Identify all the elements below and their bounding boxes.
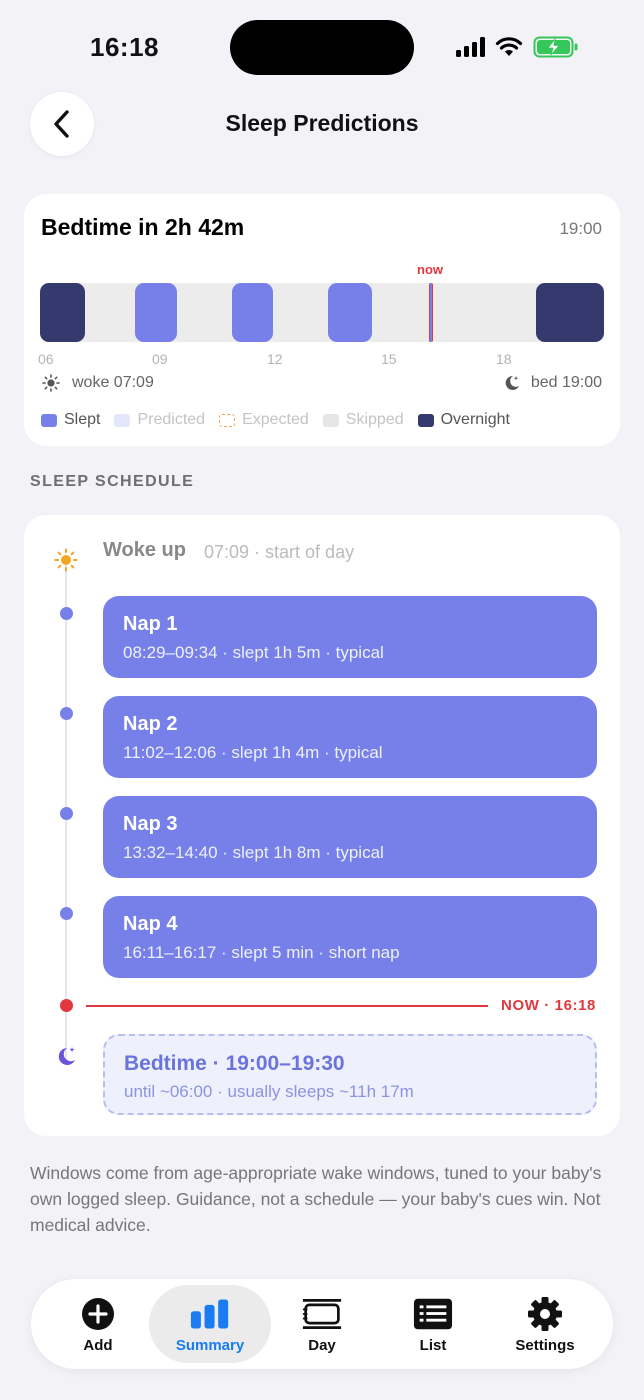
bedtime-countdown: Bedtime in 2h 42m xyxy=(41,214,245,240)
status-icons xyxy=(456,36,579,58)
legend-label: Slept xyxy=(64,411,101,428)
nap-segment-1 xyxy=(135,283,177,342)
nap-dot xyxy=(60,607,73,620)
nap-dot xyxy=(60,807,73,820)
legend-swatch xyxy=(41,413,57,427)
legend-swatch xyxy=(417,413,434,427)
now-dot xyxy=(60,999,73,1012)
now-indicator xyxy=(429,283,433,342)
legend-overnight: Overnight xyxy=(417,411,510,429)
nap-title: Nap 2 xyxy=(123,713,178,735)
timeline-legend: Slept Predicted Expected Skipped Overnig… xyxy=(41,411,510,429)
nap-detail: 13:32–14:40 · slept 1h 8m · typical xyxy=(123,843,384,862)
overnight-segment-evening xyxy=(536,283,604,342)
cellular-signal-icon xyxy=(456,37,485,57)
tab-summary[interactable]: Summary xyxy=(149,1285,271,1363)
battery-charging-icon xyxy=(533,36,578,58)
day-timeline-bar xyxy=(40,283,604,342)
tab-label: Day xyxy=(308,1337,336,1354)
woke-time: woke 07:09 xyxy=(72,374,154,391)
now-marker-label: NOW · 16:18 xyxy=(501,997,596,1014)
legend-label: Overnight xyxy=(440,411,510,428)
disclaimer-text: Windows come from age-appropriate wake w… xyxy=(30,1163,602,1235)
status-bar: 16:18 xyxy=(0,0,644,95)
sun-icon xyxy=(42,374,60,392)
tab-list[interactable]: List xyxy=(372,1285,494,1363)
day-timeline-icon xyxy=(302,1297,342,1331)
legend-swatch xyxy=(114,413,131,427)
nap-card[interactable]: Nap 1 08:29–09:34 · slept 1h 5m · typica… xyxy=(103,596,597,678)
legend-label: Expected xyxy=(242,411,309,428)
dynamic-island xyxy=(230,20,414,75)
now-label: now xyxy=(417,262,443,277)
gear-icon xyxy=(525,1297,565,1331)
tab-label: List xyxy=(419,1337,447,1354)
nap-dot xyxy=(60,707,73,720)
bedtime-clock: 19:00 xyxy=(559,219,602,238)
predicted-bedtime-card[interactable]: Bedtime · 19:00–19:30 until ~06:00 · usu… xyxy=(103,1034,597,1115)
legend-swatch xyxy=(219,413,236,427)
nap-card[interactable]: Nap 2 11:02–12:06 · slept 1h 4m · typica… xyxy=(103,696,597,778)
list-icon xyxy=(413,1297,453,1331)
tab-bar: Add Summary Day List Settings xyxy=(31,1279,613,1369)
tab-label: Add xyxy=(83,1337,113,1354)
hour-tick: 18 xyxy=(496,351,512,367)
tab-label: Summary xyxy=(175,1337,245,1354)
hour-axis: 06 09 12 15 18 xyxy=(38,351,604,369)
hour-tick: 09 xyxy=(152,351,168,367)
legend-skipped: Skipped xyxy=(322,411,404,429)
sunrise-icon xyxy=(54,548,78,572)
hour-tick: 15 xyxy=(381,351,397,367)
nap-title: Nap 3 xyxy=(123,813,178,835)
legend-predicted: Predicted xyxy=(114,411,205,429)
nap-card[interactable]: Nap 3 13:32–14:40 · slept 1h 8m · typica… xyxy=(103,796,597,878)
woke-time-row: woke 07:09 xyxy=(42,374,154,392)
bed-time-row: bed 19:00 xyxy=(503,374,602,392)
bar-chart-icon xyxy=(190,1297,230,1331)
hour-tick: 12 xyxy=(267,351,283,367)
nap-title: Nap 1 xyxy=(123,613,178,635)
legend-label: Predicted xyxy=(137,411,206,428)
sleep-schedule-card: Woke up 07:09 · start of day Nap 1 08:29… xyxy=(24,515,620,1136)
nap-card[interactable]: Nap 4 16:11–16:17 · slept 5 min · short … xyxy=(103,896,597,978)
woke-up-detail: 07:09 · start of day xyxy=(204,542,355,562)
status-time: 16:18 xyxy=(90,32,159,62)
nap-segment-2 xyxy=(232,283,273,342)
page-title: Sleep Predictions xyxy=(225,110,419,136)
nap-detail: 16:11–16:17 · slept 5 min · short nap xyxy=(123,943,400,962)
nap-detail: 08:29–09:34 · slept 1h 5m · typical xyxy=(123,643,384,662)
now-rule xyxy=(86,1005,488,1007)
section-title: SLEEP SCHEDULE xyxy=(30,473,195,490)
nap-title: Nap 4 xyxy=(123,913,178,935)
tab-label: Settings xyxy=(515,1337,575,1354)
bedtime-window-detail: until ~06:00 · usually sleeps ~11h 17m xyxy=(124,1082,414,1101)
woke-up-title: Woke up xyxy=(103,539,186,561)
hour-tick: 06 xyxy=(38,351,54,367)
legend-swatch xyxy=(322,413,339,427)
plus-circle-icon xyxy=(78,1297,118,1331)
legend-label: Skipped xyxy=(345,411,404,428)
overnight-segment-morning xyxy=(40,283,85,342)
tab-day[interactable]: Day xyxy=(261,1285,383,1363)
tab-settings[interactable]: Settings xyxy=(484,1285,606,1363)
wifi-icon xyxy=(495,37,523,56)
legend-expected: Expected xyxy=(219,411,309,429)
tab-add[interactable]: Add xyxy=(37,1285,159,1363)
nap-dot xyxy=(60,907,73,920)
moon-stars-icon xyxy=(505,375,519,390)
bed-time: bed 19:00 xyxy=(530,374,602,391)
bedtime-window-title: Bedtime · 19:00–19:30 xyxy=(124,1052,345,1075)
nap-segment-3 xyxy=(328,283,372,342)
nap-detail: 11:02–12:06 · slept 1h 4m · typical xyxy=(123,743,383,762)
moon-stars-icon xyxy=(58,1047,75,1065)
bedtime-card: Bedtime in 2h 42m 19:00 now 06 09 12 15 … xyxy=(24,194,620,446)
legend-slept: Slept xyxy=(41,411,100,429)
